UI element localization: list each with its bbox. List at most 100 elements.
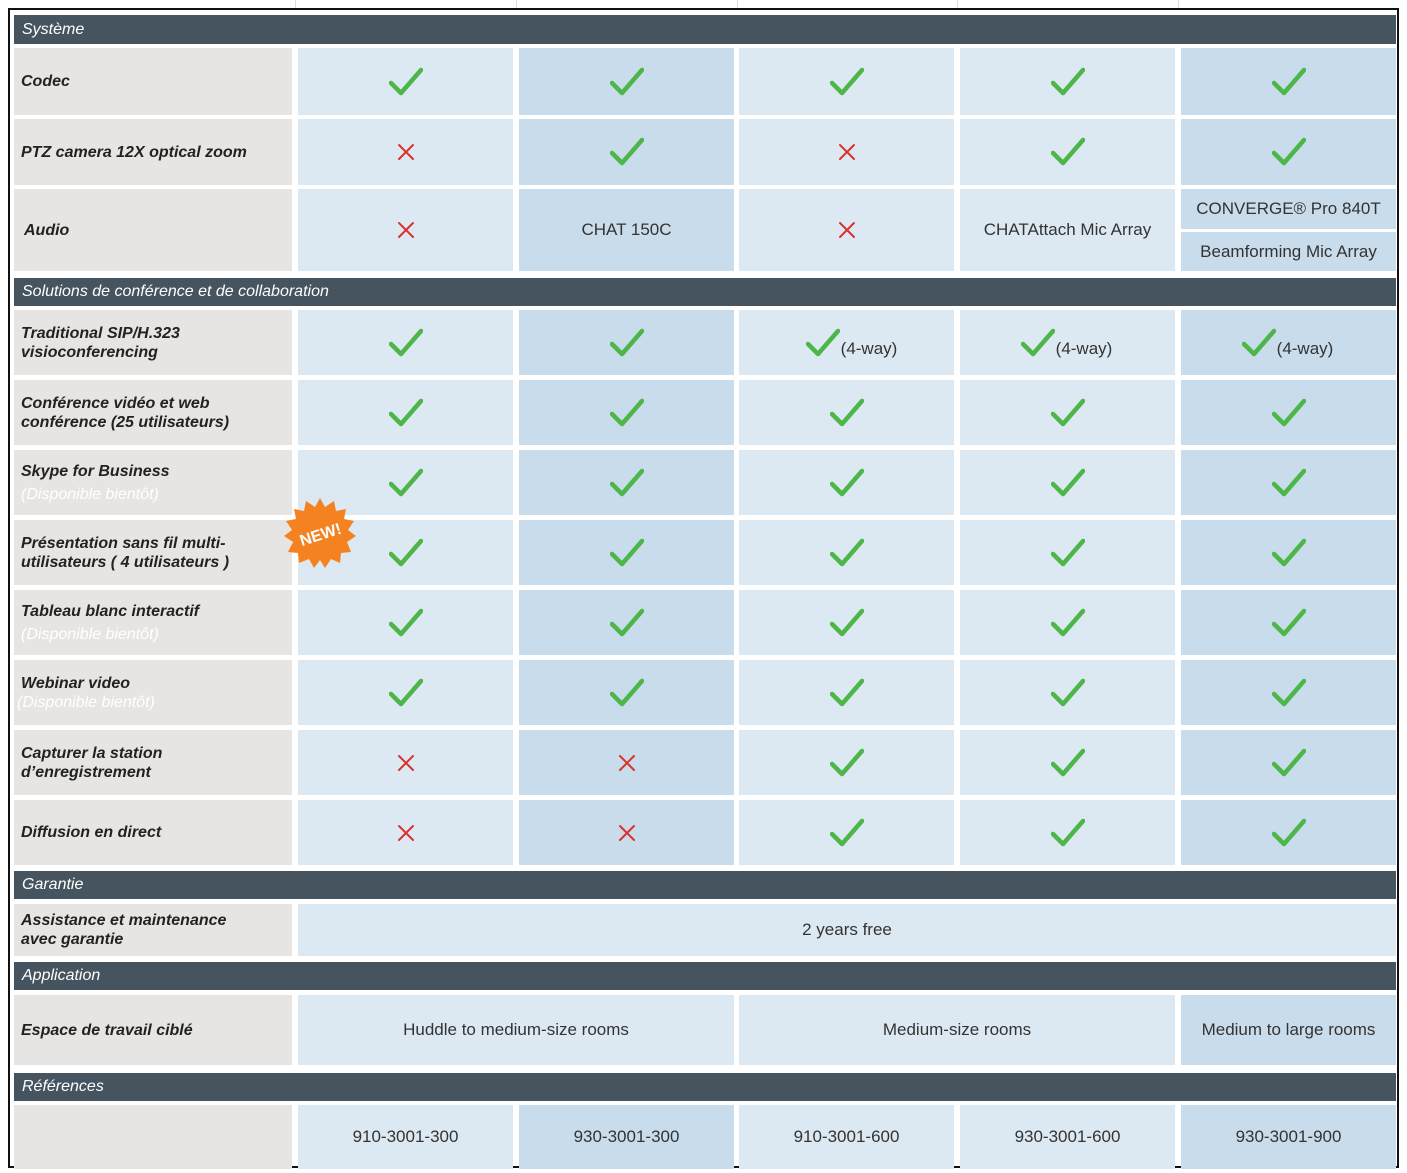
check-icon	[1241, 328, 1276, 356]
row-label-tableau: Tableau blanc interactif (Disponible bien…	[14, 590, 292, 655]
check-icon	[1050, 67, 1085, 95]
cell-cross	[739, 189, 954, 271]
row-label-sip: Traditional SIP/H.323 visioconferencing	[14, 310, 292, 375]
cell-check	[1181, 660, 1396, 725]
cross-icon	[397, 222, 414, 238]
check-icon	[1050, 678, 1085, 706]
check-icon	[609, 137, 644, 166]
cell-check-4way: (4-way)	[739, 310, 954, 375]
cell-warranty: 2 years free	[298, 904, 1396, 956]
cell-check	[519, 520, 734, 585]
cell-audio-converge: CONVERGE® Pro 840T	[1181, 189, 1396, 229]
row-label-text: Webinar video	[21, 674, 131, 692]
cell-audio-chatattach: CHATAttach Mic Array	[960, 189, 1175, 271]
cell-check	[739, 380, 954, 445]
check-icon	[1050, 468, 1085, 496]
check-icon	[1050, 748, 1085, 776]
cell-cross	[298, 800, 513, 865]
check-icon	[829, 538, 864, 566]
cell-check	[739, 48, 954, 115]
row-label-conference: Conférence vidéo et web conférence (25 ut…	[14, 380, 292, 445]
check-icon	[609, 328, 644, 356]
cell-cross	[298, 730, 513, 795]
cross-icon	[618, 824, 635, 841]
cell-check	[1181, 450, 1396, 515]
cell-check	[960, 520, 1175, 585]
cell-check	[519, 450, 734, 515]
cell-text: CHAT 150C	[581, 220, 672, 239]
row-label-text: Espace de travail ciblé	[21, 1022, 193, 1039]
check-icon	[1271, 398, 1306, 426]
check-icon	[1271, 538, 1306, 566]
check-icon	[1271, 678, 1306, 706]
cell-check	[960, 119, 1175, 185]
check-icon	[388, 538, 423, 566]
cell-cross	[519, 800, 734, 865]
column-tick	[737, 0, 738, 8]
check-icon	[1050, 398, 1085, 426]
check-icon	[609, 67, 644, 95]
cell-ref: 910-3001-300	[298, 1105, 513, 1169]
cell-app-huddle: Huddle to medium-size rooms	[298, 995, 734, 1065]
row-label-text: d’enregistrement	[21, 763, 151, 781]
section-header-references: Références	[14, 1073, 1396, 1101]
check-icon	[829, 818, 864, 846]
cell-text: 930-3001-600	[1014, 1127, 1121, 1146]
section-title: Solutions de conférence et de collaborat…	[22, 283, 329, 300]
check-icon	[388, 328, 423, 356]
row-label-skype: Skype for Business (Disponible bientôt)	[14, 450, 292, 515]
section-header-solutions: Solutions de conférence et de collaborat…	[14, 278, 1396, 306]
row-label-subtext: (Disponible bientôt)	[21, 625, 159, 643]
cell-ref: 930-3001-900	[1181, 1105, 1396, 1169]
check-icon	[829, 748, 864, 776]
cell-check	[298, 590, 513, 655]
cell-audio-beamforming: Beamforming Mic Array	[1181, 232, 1396, 271]
check-icon	[388, 608, 423, 636]
cross-icon	[397, 824, 414, 841]
row-label-text: avec garantie	[21, 931, 124, 948]
check-icon	[609, 608, 644, 636]
cell-app-large: Medium to large rooms	[1181, 995, 1396, 1065]
check-icon	[609, 678, 644, 706]
row-label-text: Diffusion en direct	[21, 824, 162, 841]
row-label-presentation: Présentation sans fil multi-utilisateurs…	[14, 520, 292, 585]
cell-cross	[739, 119, 954, 185]
cell-check	[1181, 800, 1396, 865]
cell-text: 930-3001-300	[573, 1127, 680, 1146]
cell-check	[960, 450, 1175, 515]
cell-check	[739, 520, 954, 585]
check-icon	[609, 398, 644, 426]
row-label-text: Audio	[24, 221, 70, 239]
check-icon	[388, 398, 423, 426]
row-label-subtext: (Disponible bientôt)	[17, 693, 155, 711]
section-header-garantie: Garantie	[14, 871, 1396, 899]
section-title: Références	[22, 1078, 104, 1095]
cell-check	[739, 800, 954, 865]
cell-check	[298, 380, 513, 445]
check-icon	[829, 468, 864, 496]
cell-text: Beamforming Mic Array	[1200, 241, 1377, 261]
cross-icon	[397, 144, 414, 160]
row-label-text: Conférence vidéo et web	[21, 394, 210, 412]
cell-check	[1181, 380, 1396, 445]
cell-text: 930-3001-900	[1235, 1127, 1342, 1146]
section-title: Application	[22, 967, 101, 984]
cell-cross	[298, 189, 513, 271]
check-icon	[805, 328, 840, 356]
check-icon	[1271, 137, 1306, 166]
row-label-assistance: Assistance et maintenance avec garantie	[14, 904, 292, 956]
cell-check-4way: (4-way)	[960, 310, 1175, 375]
row-label-text: visioconferencing	[21, 343, 158, 361]
column-tick	[516, 0, 517, 8]
row-label-text: Assistance et maintenance	[21, 912, 227, 929]
column-tick	[957, 0, 958, 8]
cell-check	[1181, 48, 1396, 115]
cell-check	[739, 590, 954, 655]
cell-check	[298, 48, 513, 115]
row-label-audio: Audio	[14, 189, 292, 271]
check-icon	[1271, 748, 1306, 776]
row-label-text: Codec	[21, 73, 70, 90]
row-label-text: utilisateurs ( 4 utilisateurs )	[21, 553, 230, 571]
cross-icon	[397, 754, 414, 771]
cell-check	[519, 119, 734, 185]
